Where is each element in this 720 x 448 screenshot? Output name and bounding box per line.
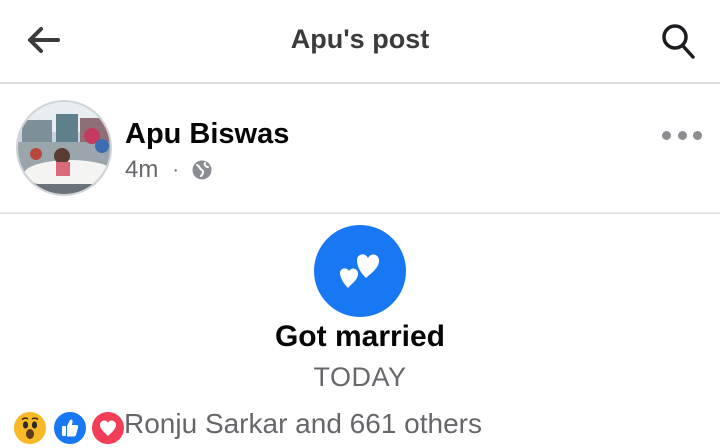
meta-separator: · bbox=[172, 158, 180, 181]
post-time[interactable]: 4m bbox=[125, 156, 158, 184]
more-horizontal-icon-dot bbox=[662, 130, 671, 140]
post-meta: 4m · bbox=[125, 156, 213, 184]
event-title: Got married bbox=[274, 320, 446, 353]
reactions-summary[interactable]: Ronju Sarkar and 661 others bbox=[124, 408, 482, 440]
event-date: TODAY bbox=[313, 362, 407, 392]
life-event: Got married TODAY bbox=[0, 216, 720, 400]
wow-reaction-icon bbox=[12, 410, 48, 446]
avatar[interactable] bbox=[16, 100, 112, 196]
search-button[interactable] bbox=[654, 18, 702, 64]
life-event-badge bbox=[314, 225, 406, 317]
reaction-icons[interactable] bbox=[12, 410, 126, 446]
post-header: Apu Biswas 4m · bbox=[0, 86, 720, 214]
globe-icon[interactable] bbox=[191, 159, 213, 181]
more-horizontal-icon-dot bbox=[693, 130, 702, 140]
more-horizontal-icon-dot bbox=[677, 130, 687, 140]
more-options-button[interactable] bbox=[662, 122, 702, 148]
top-bar: Apu's post bbox=[0, 0, 720, 84]
hearts-icon bbox=[339, 254, 380, 288]
reactions-bar: Ronju Sarkar and 661 others bbox=[0, 400, 720, 448]
search-icon bbox=[662, 24, 695, 59]
love-reaction-icon bbox=[90, 410, 126, 446]
page-title: Apu's post bbox=[290, 24, 430, 54]
like-reaction-icon bbox=[52, 410, 88, 446]
avatar-photo bbox=[18, 102, 110, 194]
author-name[interactable]: Apu Biswas bbox=[125, 118, 289, 151]
